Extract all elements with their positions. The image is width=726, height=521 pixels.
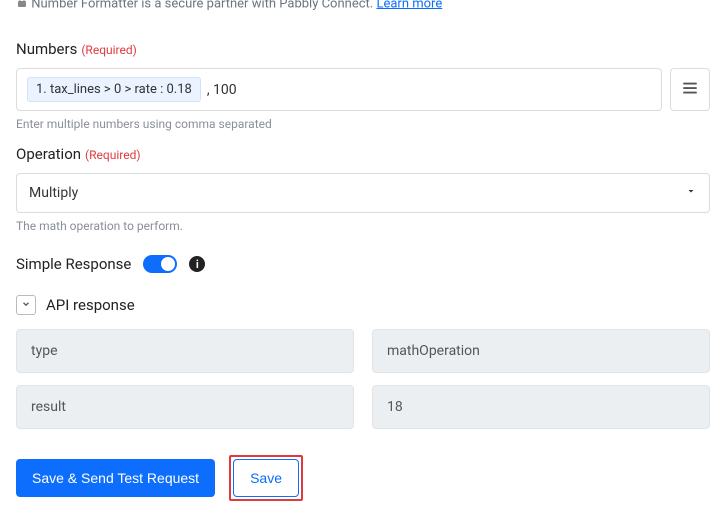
info-text: Number Formatter is a secure partner wit… [31, 0, 373, 11]
required-marker: (Required) [85, 148, 140, 162]
operation-label: Operation [16, 145, 81, 163]
numbers-menu-button[interactable] [670, 68, 710, 111]
numbers-helper: Enter multiple numbers using comma separ… [16, 117, 710, 131]
info-icon[interactable]: i [189, 256, 205, 272]
api-value-field[interactable]: 18 [372, 385, 710, 429]
numbers-label-row: Numbers (Required) [16, 40, 710, 58]
save-send-test-button[interactable]: Save & Send Test Request [16, 459, 215, 497]
numbers-trailing-text: , 100 [207, 82, 237, 98]
simple-response-row: Simple Response i [16, 255, 710, 273]
api-collapse-button[interactable] [16, 295, 36, 315]
required-marker: (Required) [81, 43, 136, 57]
api-key-field[interactable]: type [16, 329, 354, 373]
mapping-chip[interactable]: 1. tax_lines > 0 > rate : 0.18 [27, 77, 201, 102]
info-banner: Number Formatter is a secure partner wit… [16, 0, 710, 26]
api-value-field[interactable]: mathOperation [372, 329, 710, 373]
learn-more-link[interactable]: Learn more [376, 0, 442, 11]
operation-helper: The math operation to perform. [16, 219, 710, 233]
api-response-title: API response [46, 296, 135, 314]
save-button[interactable]: Save [233, 459, 299, 497]
simple-response-toggle[interactable] [143, 255, 177, 273]
api-response-grid: type mathOperation result 18 [16, 329, 710, 429]
api-response-header-row: API response [16, 295, 710, 315]
numbers-label: Numbers [16, 40, 77, 58]
chevron-down-icon [21, 297, 31, 313]
actions-row: Save & Send Test Request Save [16, 455, 710, 501]
operation-section: Operation (Required) Multiply The math op… [16, 145, 710, 233]
caret-down-icon [685, 185, 697, 201]
lock-icon [16, 0, 28, 12]
operation-value: Multiply [29, 185, 78, 201]
operation-select[interactable]: Multiply [16, 173, 710, 213]
api-key-field[interactable]: result [16, 385, 354, 429]
hamburger-icon [681, 79, 699, 101]
numbers-input[interactable]: 1. tax_lines > 0 > rate : 0.18 , 100 [16, 68, 662, 111]
simple-response-label: Simple Response [16, 255, 131, 273]
numbers-section: Numbers (Required) 1. tax_lines > 0 > rat… [16, 40, 710, 131]
save-highlight: Save [229, 455, 303, 501]
operation-label-row: Operation (Required) [16, 145, 710, 163]
